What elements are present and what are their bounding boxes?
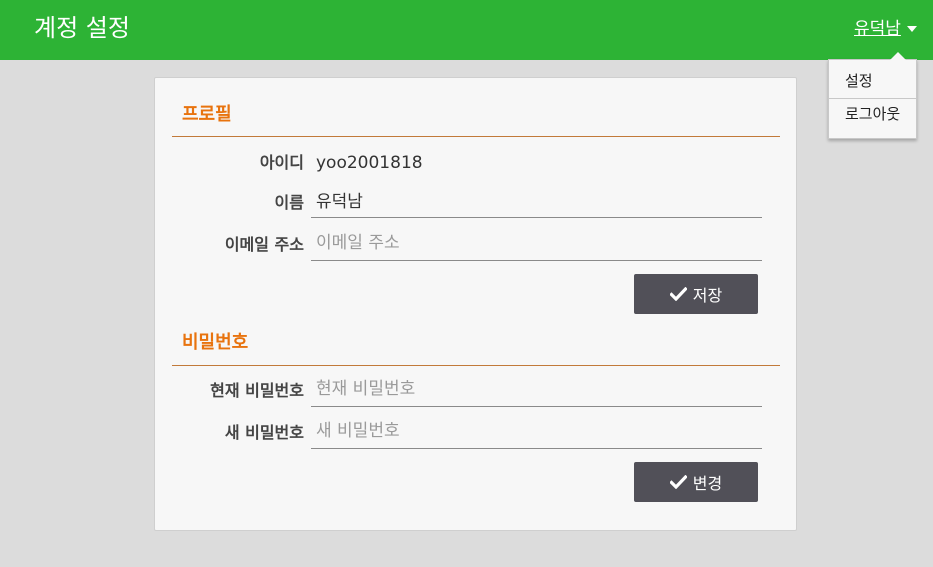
email-label: 이메일 주소 (224, 235, 304, 254)
password-section-title: 비밀번호 (182, 332, 249, 353)
password-section-divider (172, 365, 780, 366)
user-menu-toggle[interactable]: 유덕남 (854, 18, 917, 40)
page-title: 계정 설정 (34, 14, 130, 42)
current-password-field[interactable] (311, 371, 762, 407)
name-label: 이름 (274, 193, 304, 212)
user-name[interactable]: 유덕남 (854, 18, 901, 40)
save-button-label: 저장 (692, 286, 723, 305)
profile-section-divider (172, 136, 780, 137)
menu-item-settings[interactable]: 설정 (829, 65, 916, 97)
id-value: yoo2001818 (316, 153, 423, 173)
new-password-field[interactable] (311, 413, 762, 449)
settings-card: 프로필 아이디 yoo2001818 이름 이메일 주소 저장 비밀번호 현재 … (154, 77, 797, 531)
save-button[interactable]: 저장 (634, 274, 758, 314)
id-label: 아이디 (259, 153, 304, 172)
check-icon (669, 475, 687, 489)
change-button-label: 변경 (692, 474, 723, 493)
profile-section-title: 프로필 (182, 104, 232, 125)
current-password-label: 현재 비밀번호 (210, 381, 304, 400)
email-field[interactable] (311, 225, 762, 261)
check-icon (669, 287, 687, 301)
new-password-label: 새 비밀번호 (224, 423, 304, 442)
menu-item-logout[interactable]: 로그아웃 (829, 98, 916, 130)
caret-down-icon[interactable] (906, 26, 917, 32)
change-password-button[interactable]: 변경 (634, 462, 758, 502)
top-bar: 계정 설정 유덕남 (0, 0, 933, 60)
user-dropdown-menu: 설정 로그아웃 (828, 52, 917, 139)
name-field[interactable] (311, 182, 762, 218)
